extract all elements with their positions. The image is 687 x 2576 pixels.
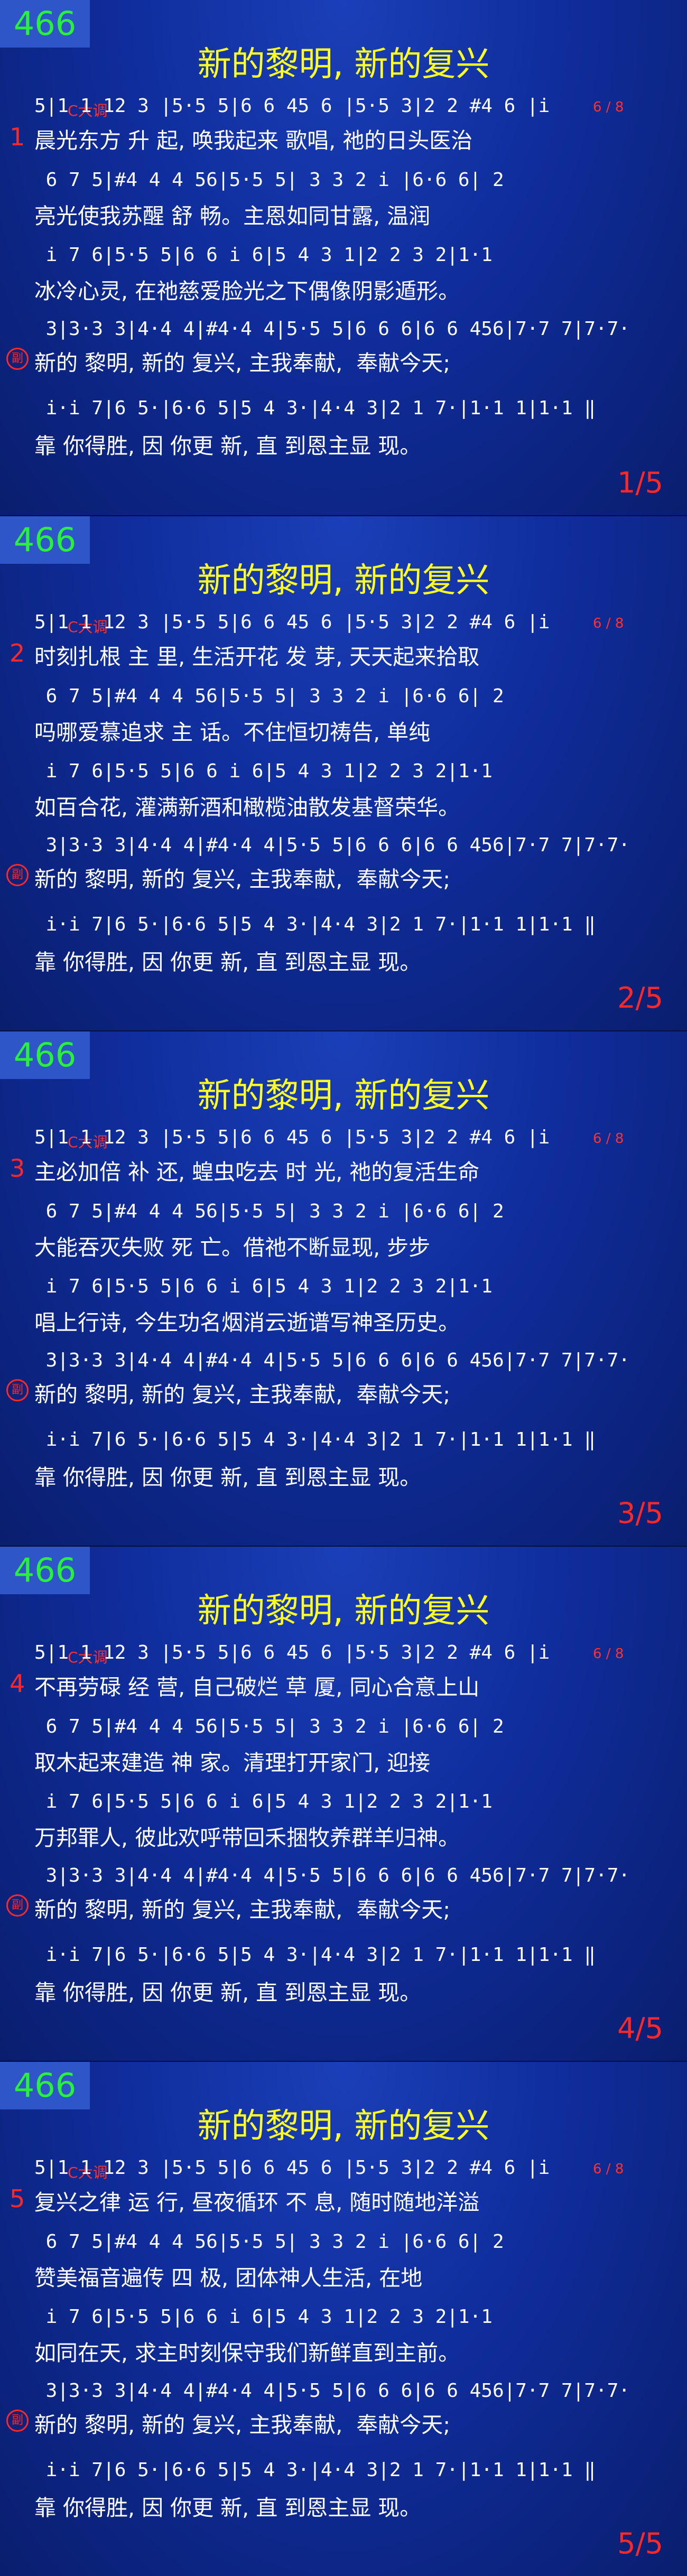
notation-line-5: i·i 7|6 5·|6·6 5|5 4 3·|4·4 3|2 1 7·|1·1… (34, 1944, 596, 1966)
hymn-slide: 466 新的黎明, 新的复兴 C大调 6 / 8 5|1 1 12 3 |5·5 5|6… (0, 0, 687, 515)
refrain-marker: 副 (6, 1379, 29, 1401)
page-indicator: 2/5 (617, 981, 663, 1015)
verse-lyric-line-2: 取木起来建造 神 家。清理打开家门, 迎接 (34, 1750, 431, 1775)
hymn-slides: 466 新的黎明, 新的复兴 C大调 6 / 8 5|1 1 12 3 |5·5 5|6… (0, 0, 687, 2576)
notation-line-3: i 7 6|5·5 5|6 6 i 6|5 4 3 1|2 2 3 2|1·1 (34, 244, 493, 266)
notation-line-2: 6 7 5|#4 4 4 56|5·5 5| 3 3 2 i |6·6 6| 2 (34, 2231, 504, 2253)
notation-line-5: i·i 7|6 5·|6·6 5|5 4 3·|4·4 3|2 1 7·|1·1… (34, 397, 596, 419)
refrain-lyric-line-2: 靠 你得胜, 因 你更 新, 直 到恩主显 现。 (34, 1980, 422, 2005)
verse-lyric-line-3: 冰冷心灵, 在祂慈爱脸光之下偶像阴影遁形。 (34, 278, 460, 304)
hymn-title: 新的黎明, 新的复兴 (197, 1592, 490, 1631)
page-indicator: 4/5 (617, 2012, 663, 2045)
notation-line-5: i·i 7|6 5·|6·6 5|5 4 3·|4·4 3|2 1 7·|1·1… (34, 2459, 596, 2481)
refrain-lyric-line-2: 靠 你得胜, 因 你更 新, 直 到恩主显 现。 (34, 433, 422, 459)
refrain-lyric-line-1: 新的 黎明, 新的 复兴, 主我奉献, 奉献今天; (34, 1897, 451, 1922)
notation-line-3: i 7 6|5·5 5|6 6 i 6|5 4 3 1|2 2 3 2|1·1 (34, 1276, 493, 1297)
verse-lyric-line-2: 吗哪爱慕追求 主 话。不住恒切祷告, 单纯 (34, 720, 431, 745)
verse-number: 3 (10, 1154, 25, 1183)
notation-line-1: 5|1 1 12 3 |5·5 5|6 6 45 6 |5·5 3|2 2 #4… (34, 2157, 550, 2179)
verse-number: 5 (10, 2184, 25, 2213)
refrain-marker: 副 (6, 864, 29, 886)
verse-number: 4 (10, 1669, 25, 1698)
notation-line-2: 6 7 5|#4 4 4 56|5·5 5| 3 3 2 i |6·6 6| 2 (34, 169, 504, 191)
verse-lyric-line-1: 主必加倍 补 还, 蝗虫吃去 时 光, 祂的复活生命 (34, 1159, 480, 1185)
verse-number: 1 (10, 123, 25, 151)
notation-line-4: 3|3·3 3|4·4 4|#4·4 4|5·5 5|6 6 6|6 6 456… (34, 1350, 630, 1371)
refrain-lyric-line-2: 靠 你得胜, 因 你更 新, 直 到恩主显 现。 (34, 950, 422, 975)
page-indicator: 1/5 (617, 466, 663, 499)
notation-line-2: 6 7 5|#4 4 4 56|5·5 5| 3 3 2 i |6·6 6| 2 (34, 1201, 504, 1222)
verse-lyric-line-1: 不再劳碌 经 营, 自己破烂 草 厦, 同心合意上山 (34, 1675, 480, 1700)
verse-lyric-line-2: 亮光使我苏醒 舒 畅。主恩如同甘露, 温润 (34, 203, 431, 229)
refrain-marker: 副 (6, 1894, 29, 1917)
verse-lyric-line-1: 时刻扎根 主 里, 生活开花 发 芽, 天天起来拾取 (34, 644, 480, 669)
notation-line-1: 5|1 1 12 3 |5·5 5|6 6 45 6 |5·5 3|2 2 #4… (34, 1127, 550, 1148)
notation-line-5: i·i 7|6 5·|6·6 5|5 4 3·|4·4 3|2 1 7·|1·1… (34, 914, 596, 935)
refrain-lyric-line-1: 新的 黎明, 新的 复兴, 主我奉献, 奉献今天; (34, 2412, 451, 2438)
refrain-lyric-line-1: 新的 黎明, 新的 复兴, 主我奉献, 奉献今天; (34, 867, 451, 892)
verse-lyric-line-3: 万邦罪人, 彼此欢呼带回禾捆牧养群羊归神。 (34, 1825, 460, 1850)
notation-line-4: 3|3·3 3|4·4 4|#4·4 4|5·5 5|6 6 6|6 6 456… (34, 834, 630, 856)
hymn-slide: 466 新的黎明, 新的复兴 C大调 6 / 8 5|1 1 12 3 |5·5 5|6… (0, 515, 687, 1030)
notation-line-3: i 7 6|5·5 5|6 6 i 6|5 4 3 1|2 2 3 2|1·1 (34, 760, 493, 782)
verse-lyric-line-3: 如百合花, 灌满新酒和橄榄油散发基督荣华。 (34, 795, 460, 820)
notation-line-3: i 7 6|5·5 5|6 6 i 6|5 4 3 1|2 2 3 2|1·1 (34, 2306, 493, 2328)
verse-lyric-line-3: 如同在天, 求主时刻保守我们新鲜直到主前。 (34, 2340, 460, 2366)
hymn-slide: 466 新的黎明, 新的复兴 C大调 6 / 8 5|1 1 12 3 |5·5 5|6… (0, 1030, 687, 1546)
refrain-lyric-line-2: 靠 你得胜, 因 你更 新, 直 到恩主显 现。 (34, 2495, 422, 2521)
verse-lyric-line-2: 赞美福音遍传 四 极, 团体神人生活, 在地 (34, 2265, 423, 2291)
verse-lyric-line-1: 晨光东方 升 起, 唤我起来 歌唱, 祂的日头医治 (34, 128, 473, 153)
refrain-marker: 副 (6, 348, 29, 370)
refrain-marker: 副 (6, 2410, 29, 2432)
notation-line-1: 5|1 1 12 3 |5·5 5|6 6 45 6 |5·5 3|2 2 #4… (34, 1642, 550, 1663)
notation-line-2: 6 7 5|#4 4 4 56|5·5 5| 3 3 2 i |6·6 6| 2 (34, 1716, 504, 1737)
hymn-title: 新的黎明, 新的复兴 (197, 561, 490, 600)
verse-number: 2 (10, 639, 25, 667)
verse-lyric-line-1: 复兴之律 运 行, 昼夜循环 不 息, 随时随地洋溢 (34, 2190, 480, 2215)
hymn-slide: 466 新的黎明, 新的复兴 C大调 6 / 8 5|1 1 12 3 |5·5 5|6… (0, 2061, 687, 2576)
verse-lyric-line-3: 唱上行诗, 今生功名烟消云逝谱写神圣历史。 (34, 1310, 460, 1335)
refrain-lyric-line-1: 新的 黎明, 新的 复兴, 主我奉献, 奉献今天; (34, 350, 451, 376)
hymn-title: 新的黎明, 新的复兴 (197, 2107, 490, 2146)
notation-line-4: 3|3·3 3|4·4 4|#4·4 4|5·5 5|6 6 6|6 6 456… (34, 2380, 630, 2402)
hymn-title: 新的黎明, 新的复兴 (197, 45, 490, 84)
notation-line-5: i·i 7|6 5·|6·6 5|5 4 3·|4·4 3|2 1 7·|1·1… (34, 1429, 596, 1450)
notation-line-4: 3|3·3 3|4·4 4|#4·4 4|5·5 5|6 6 6|6 6 456… (34, 318, 630, 340)
hymn-slide: 466 新的黎明, 新的复兴 C大调 6 / 8 5|1 1 12 3 |5·5 5|6… (0, 1546, 687, 2061)
hymn-title: 新的黎明, 新的复兴 (197, 1076, 490, 1115)
refrain-lyric-line-1: 新的 黎明, 新的 复兴, 主我奉献, 奉献今天; (34, 1382, 451, 1407)
page-indicator: 5/5 (617, 2527, 663, 2560)
page-indicator: 3/5 (617, 1496, 663, 1530)
notation-line-2: 6 7 5|#4 4 4 56|5·5 5| 3 3 2 i |6·6 6| 2 (34, 685, 504, 707)
refrain-lyric-line-2: 靠 你得胜, 因 你更 新, 直 到恩主显 现。 (34, 1465, 422, 1490)
notation-line-1: 5|1 1 12 3 |5·5 5|6 6 45 6 |5·5 3|2 2 #4… (34, 611, 550, 633)
notation-line-4: 3|3·3 3|4·4 4|#4·4 4|5·5 5|6 6 6|6 6 456… (34, 1865, 630, 1886)
notation-line-3: i 7 6|5·5 5|6 6 i 6|5 4 3 1|2 2 3 2|1·1 (34, 1791, 493, 1812)
notation-line-1: 5|1 1 12 3 |5·5 5|6 6 45 6 |5·5 3|2 2 #4… (34, 95, 550, 117)
verse-lyric-line-2: 大能吞灭失败 死 亡。借祂不断显现, 步步 (34, 1235, 431, 1260)
